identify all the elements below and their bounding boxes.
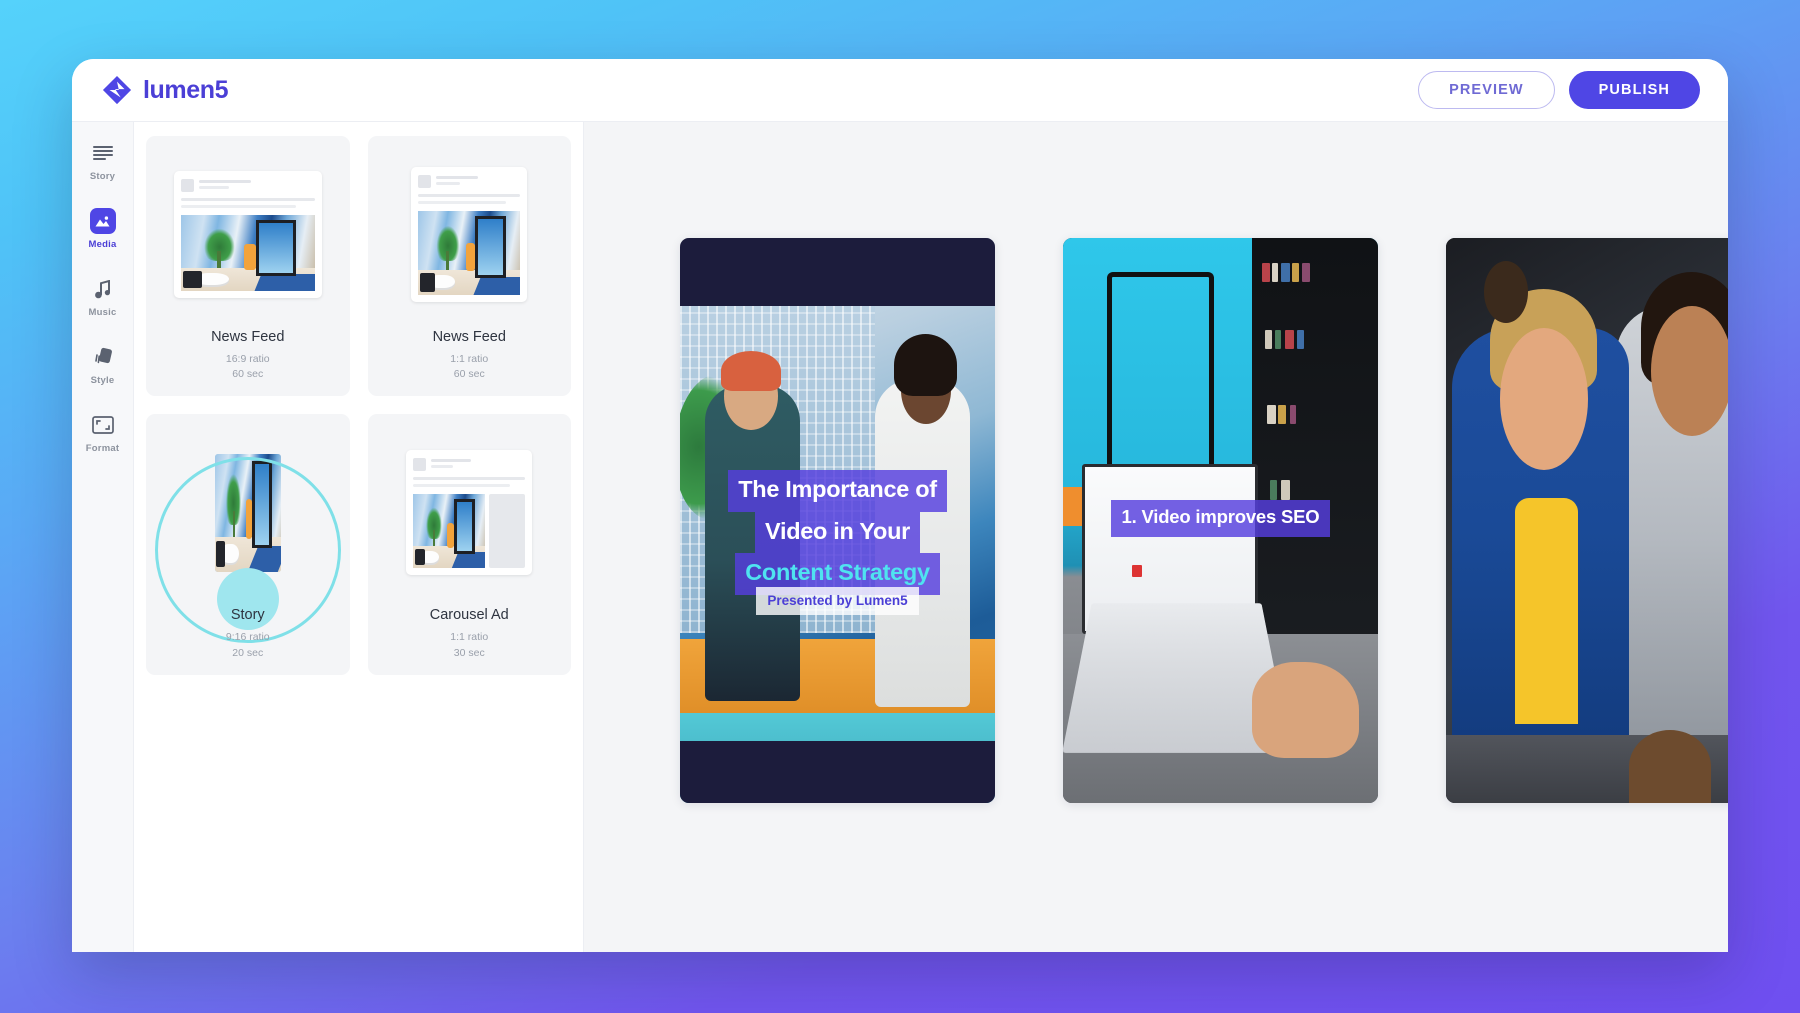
- workspace: Story Media Music Style Format News Feed…: [72, 122, 1728, 952]
- template-card-news-feed-wide[interactable]: News Feed 16:9 ratio 60 sec: [146, 136, 350, 397]
- left-nav-rail: Story Media Music Style Format: [72, 122, 134, 952]
- slide-3-photo: [1446, 238, 1728, 803]
- bookshelf: [1252, 238, 1378, 657]
- template-title: News Feed: [432, 329, 506, 345]
- template-card-carousel-ad[interactable]: Carousel Ad 1:1 ratio 30 sec: [367, 414, 571, 675]
- slide-3[interactable]: [1446, 238, 1728, 803]
- music-note-icon: [90, 276, 116, 302]
- template-panel: News Feed 16:9 ratio 60 sec News Feed 1:…: [134, 122, 584, 952]
- image-icon: [89, 208, 116, 234]
- template-duration: 60 sec: [232, 368, 264, 381]
- mock-post-header: [413, 458, 525, 472]
- editor-canvas: The Importance of Video in Your Content …: [584, 122, 1728, 952]
- mock-meta-lines: [436, 175, 479, 185]
- mock-photo: [413, 494, 486, 569]
- sidebar-item-style[interactable]: Style: [76, 344, 130, 386]
- slide-strip: The Importance of Video in Your Content …: [680, 238, 1728, 803]
- sidebar-label-music: Music: [88, 307, 117, 318]
- template-card-news-feed-square[interactable]: News Feed 1:1 ratio 60 sec: [367, 136, 571, 397]
- mock-photo: [214, 453, 281, 572]
- template-grid: News Feed 16:9 ratio 60 sec News Feed 1:…: [146, 136, 571, 675]
- slide-2[interactable]: 1. Video improves SEO: [1063, 238, 1378, 803]
- publish-button[interactable]: PUBLISH: [1568, 71, 1700, 109]
- sidebar-item-music[interactable]: Music: [76, 276, 130, 318]
- app-window: lumen5 PREVIEW PUBLISH Story Media Music…: [72, 59, 1728, 952]
- slide-2-caption[interactable]: 1. Video improves SEO: [1071, 500, 1370, 537]
- page-backdrop: lumen5 PREVIEW PUBLISH Story Media Music…: [0, 0, 1800, 1013]
- slide-1-subtitle[interactable]: Presented by Lumen5: [680, 587, 995, 615]
- sidebar-item-format[interactable]: Format: [76, 412, 130, 454]
- caption-line: 1. Video improves SEO: [1111, 500, 1330, 537]
- template-meta: 9:16 ratio 20 sec: [226, 630, 270, 660]
- carousel-slot-row: [413, 494, 526, 569]
- template-thumbnail: [156, 152, 340, 317]
- slide-letterbox-top: [680, 238, 995, 306]
- mock-avatar: [413, 458, 427, 472]
- mock-photo: [180, 215, 315, 291]
- brand-logo[interactable]: lumen5: [102, 75, 229, 105]
- top-bar: lumen5 PREVIEW PUBLISH: [72, 59, 1728, 122]
- template-title: News Feed: [211, 329, 285, 345]
- sidebar-label-style: Style: [90, 375, 115, 386]
- slide-1-caption[interactable]: The Importance of Video in Your Content …: [694, 470, 981, 595]
- mock-post-text: [180, 198, 315, 208]
- mock-post-header: [180, 179, 315, 192]
- mock-post-text: [418, 194, 521, 204]
- template-ratio: 1:1 ratio: [450, 631, 489, 644]
- sidebar-item-media[interactable]: Media: [76, 208, 130, 250]
- template-meta: 1:1 ratio 60 sec: [450, 352, 488, 382]
- template-title: Carousel Ad: [429, 607, 509, 624]
- sidebar-label-story: Story: [89, 171, 116, 182]
- template-duration: 20 sec: [232, 646, 264, 659]
- slide-letterbox-bottom: [680, 741, 995, 803]
- mock-meta-lines: [198, 179, 251, 189]
- mock-post: [406, 450, 533, 576]
- sidebar-item-story[interactable]: Story: [76, 140, 130, 182]
- mock-avatar: [180, 179, 194, 192]
- carousel-next-slot: [489, 494, 526, 569]
- template-card-story[interactable]: Story 9:16 ratio 20 sec: [146, 414, 350, 675]
- template-thumbnail: [378, 430, 562, 595]
- template-title: Story: [230, 607, 265, 624]
- mock-avatar: [418, 175, 432, 188]
- frame-icon: [90, 412, 116, 438]
- mock-meta-lines: [431, 458, 472, 469]
- subtitle-text: Presented by Lumen5: [756, 587, 919, 615]
- slide-1[interactable]: The Importance of Video in Your Content …: [680, 238, 995, 803]
- template-duration: 30 sec: [453, 646, 485, 659]
- caption-line: Video in Your: [755, 511, 920, 553]
- sidebar-label-format: Format: [85, 443, 120, 454]
- topbar-actions: PREVIEW PUBLISH: [1418, 71, 1700, 109]
- preview-button[interactable]: PREVIEW: [1418, 71, 1555, 109]
- template-thumbnail: [378, 152, 562, 317]
- template-meta: 1:1 ratio 30 sec: [450, 630, 488, 660]
- mock-photo: [418, 211, 521, 295]
- caption-line: The Importance of: [728, 470, 947, 512]
- mock-post: [411, 167, 528, 302]
- template-ratio: 1:1 ratio: [450, 353, 489, 365]
- mock-post-header: [418, 175, 520, 188]
- lumen5-diamond-logo-icon: [102, 75, 132, 105]
- lines-icon: [90, 140, 116, 166]
- template-meta: 16:9 ratio 60 sec: [226, 352, 270, 382]
- mock-post-text: [413, 477, 526, 488]
- template-ratio: 16:9 ratio: [225, 353, 270, 365]
- mock-post: [173, 171, 322, 298]
- template-duration: 60 sec: [453, 368, 485, 381]
- brand-name: lumen5: [143, 75, 229, 104]
- template-thumbnail: [156, 430, 340, 595]
- template-ratio: 9:16 ratio: [225, 631, 270, 644]
- paint-icon: [90, 344, 116, 370]
- sidebar-label-media: Media: [88, 239, 117, 250]
